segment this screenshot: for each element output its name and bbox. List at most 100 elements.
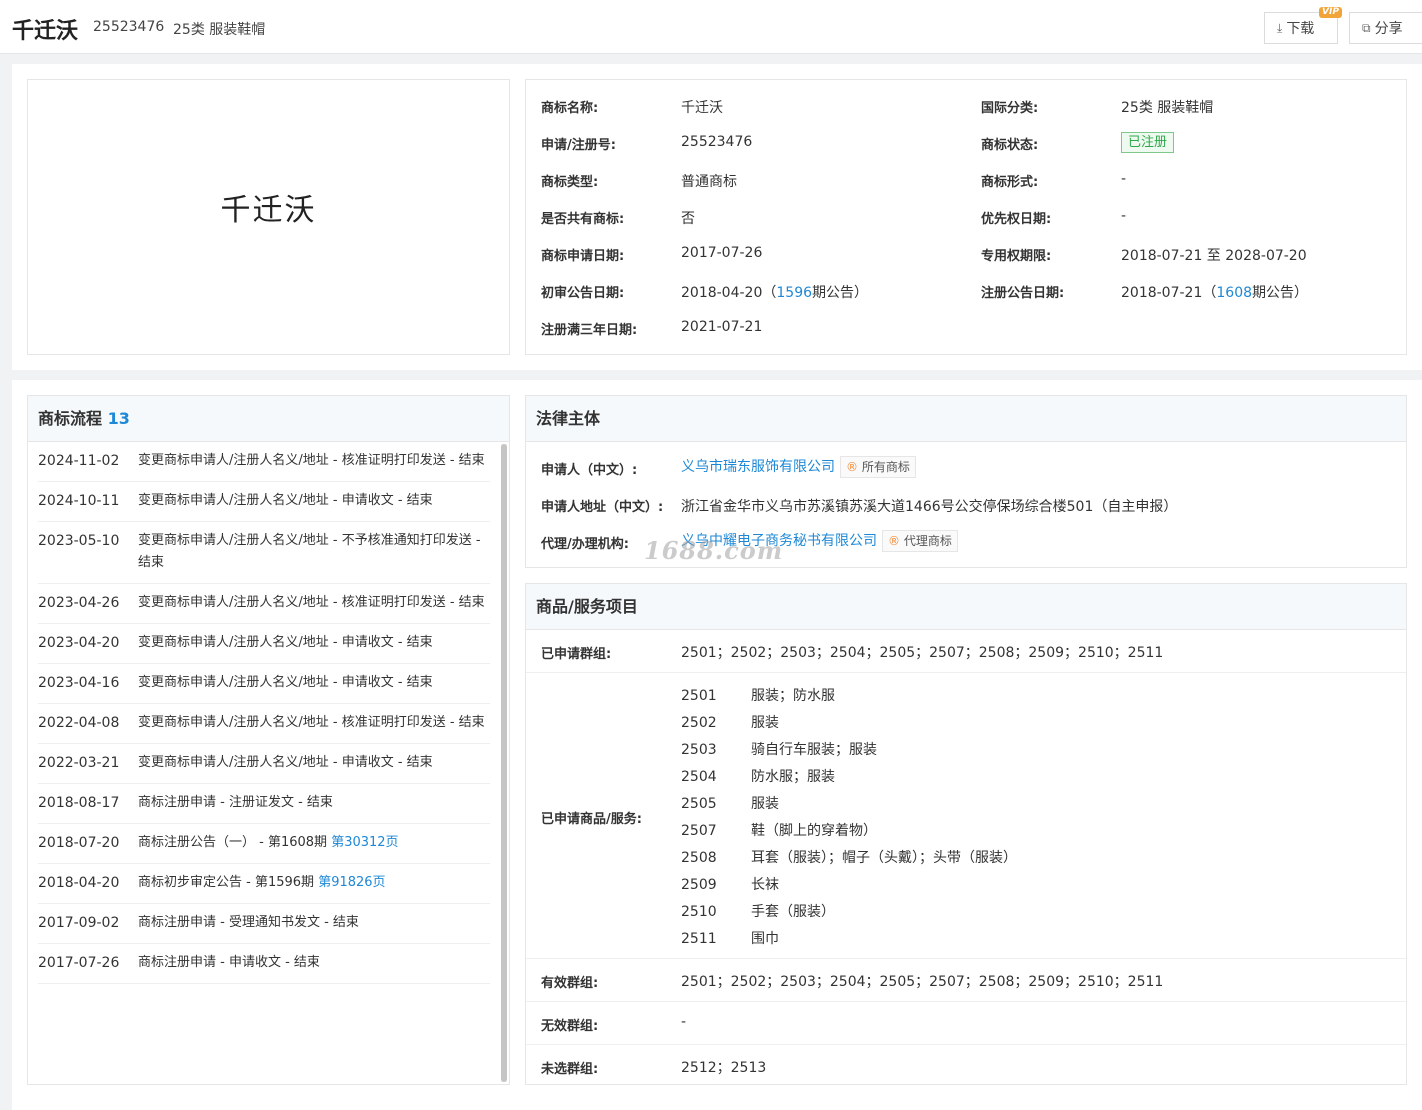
goods-code: 2501	[681, 688, 717, 704]
reg-no-label: 申请/注册号:	[541, 138, 616, 153]
vip-badge: VIP	[1319, 7, 1342, 18]
legal-header: 法律主体	[526, 396, 1406, 442]
address-label: 申请人地址（中文）:	[541, 500, 664, 515]
valid-groups-row: 有效群组: 2501；2502；2503；2504；2505；2507；2508…	[526, 959, 1406, 1002]
goods-item: 2505 服装	[681, 793, 779, 813]
flow-date: 2023-04-26	[38, 595, 120, 611]
flow-item: 2023-04-20 变更商标申请人/注册人名义/地址 - 申请收文 - 结束	[38, 624, 490, 664]
goods-item: 2502 服装	[681, 712, 779, 732]
flow-desc: 变更商标申请人/注册人名义/地址 - 不予核准通知打印发送 - 结束	[138, 530, 490, 574]
applicant-link[interactable]: 义乌市瑞东服饰有限公司	[681, 459, 835, 475]
flow-desc: 变更商标申请人/注册人名义/地址 - 核准证明打印发送 - 结束	[138, 712, 490, 734]
status-badge: 已注册	[1121, 132, 1175, 153]
top-bar: 千迁沃 25523476 25类 服装鞋帽 ⤓ 下载 VIP ⧉ 分享	[0, 0, 1422, 54]
flow-desc-text: 变更商标申请人/注册人名义/地址 - 申请收文 - 结束	[138, 635, 433, 650]
type-value: 普通商标	[681, 174, 737, 190]
agent-label: 代理/办理机构:	[541, 537, 629, 552]
applied-goods-label: 已申请商品/服务:	[541, 812, 642, 827]
header-reg-no: 25523476	[93, 19, 165, 35]
reg-pub-value: 2018-07-21（1608期公告）	[1121, 282, 1308, 302]
flow-desc-text: 变更商标申请人/注册人名义/地址 - 核准证明打印发送 - 结束	[138, 453, 485, 468]
goods-code: 2510	[681, 904, 717, 920]
flow-scrollbar[interactable]	[501, 444, 507, 1082]
exclusive-label: 专用权期限:	[981, 249, 1052, 264]
flow-item: 2024-10-11 变更商标申请人/注册人名义/地址 - 申请收文 - 结束	[38, 482, 490, 522]
status-label: 商标状态:	[981, 138, 1039, 153]
flow-item: 2024-11-02 变更商标申请人/注册人名义/地址 - 核准证明打印发送 - …	[38, 442, 490, 482]
prelim-suffix: 期公告）	[812, 285, 869, 301]
goods-code: 2511	[681, 931, 717, 947]
reg-pub-issue-link[interactable]: 1608	[1216, 285, 1252, 301]
flow-desc: 变更商标申请人/注册人名义/地址 - 申请收文 - 结束	[138, 490, 490, 512]
flow-date: 2017-09-02	[38, 915, 120, 931]
goods-item: 2511 围巾	[681, 928, 779, 948]
shared-label: 是否共有商标:	[541, 212, 625, 227]
flow-desc-text: 商标注册公告（一） - 第1608期	[138, 835, 332, 850]
goods-name: 鞋（脚上的穿着物）	[751, 823, 877, 839]
flow-item: 2018-07-20 商标注册公告（一） - 第1608期 第30312页	[38, 824, 490, 864]
unselected-groups-label: 未选群组:	[541, 1062, 599, 1077]
share-button[interactable]: ⧉ 分享	[1349, 12, 1422, 44]
applicant-row: 义乌市瑞东服饰有限公司 ® 所有商标	[681, 456, 916, 478]
flow-desc-text: 变更商标申请人/注册人名义/地址 - 核准证明打印发送 - 结束	[138, 715, 485, 730]
type-label: 商标类型:	[541, 175, 599, 190]
goods-name: 服装	[751, 715, 779, 731]
registered-icon: ®	[888, 534, 900, 548]
share-label: 分享	[1374, 21, 1403, 37]
flow-desc: 商标注册申请 - 注册证发文 - 结束	[138, 792, 490, 814]
goods-code: 2505	[681, 796, 717, 812]
prelim-value: 2018-04-20（1596期公告）	[681, 282, 868, 302]
flow-desc-text: 变更商标申请人/注册人名义/地址 - 申请收文 - 结束	[138, 755, 433, 770]
flow-title: 商标流程	[38, 409, 103, 428]
reg-pub-suffix: 期公告）	[1252, 285, 1309, 301]
flow-desc: 商标注册申请 - 受理通知书发文 - 结束	[138, 912, 490, 934]
flow-date: 2018-08-17	[38, 795, 120, 811]
share-icon: ⧉	[1362, 20, 1371, 35]
registered-icon: ®	[846, 460, 858, 474]
flow-count: 13	[107, 409, 130, 428]
applicant-label: 申请人（中文）:	[541, 463, 638, 478]
legal-panel: 法律主体 申请人（中文）: 义乌市瑞东服饰有限公司 ® 所有商标 申请人地址（中文…	[525, 395, 1407, 568]
agent-trademarks-tag[interactable]: ® 代理商标	[882, 530, 958, 552]
goods-code: 2503	[681, 742, 717, 758]
trademark-image: 千迁沃	[27, 79, 510, 355]
flow-scrollbar-thumb[interactable]	[501, 444, 507, 1082]
flow-desc: 变更商标申请人/注册人名义/地址 - 核准证明打印发送 - 结束	[138, 450, 490, 472]
goods-name: 围巾	[751, 931, 779, 947]
goods-name: 耳套（服装）；帽子（头戴）；头带（服装）	[751, 850, 1017, 866]
flow-date: 2024-11-02	[38, 453, 120, 469]
header-class: 25类 服装鞋帽	[173, 22, 266, 38]
flow-page-link[interactable]: 第30312页	[331, 835, 398, 850]
form-value: -	[1121, 171, 1127, 187]
goods-code: 2507	[681, 823, 717, 839]
flow-panel: 商标流程 13 2024-11-02 变更商标申请人/注册人名义/地址 - 核准证…	[27, 395, 510, 1085]
goods-code: 2508	[681, 850, 717, 866]
prelim-issue-link[interactable]: 1596	[776, 285, 812, 301]
intl-class-label: 国际分类:	[981, 101, 1039, 116]
goods-code: 2502	[681, 715, 717, 731]
goods-item: 2510 手套（服装）	[681, 901, 835, 921]
flow-date: 2018-07-20	[38, 835, 120, 851]
flow-desc: 变更商标申请人/注册人名义/地址 - 核准证明打印发送 - 结束	[138, 592, 490, 614]
goods-header: 商品/服务项目	[526, 584, 1406, 630]
download-icon: ⤓	[1277, 20, 1283, 35]
applied-groups-label: 已申请群组:	[541, 647, 612, 662]
detail-section: 商标流程 13 2024-11-02 变更商标申请人/注册人名义/地址 - 核准证…	[12, 380, 1422, 1110]
flow-item: 2022-03-21 变更商标申请人/注册人名义/地址 - 申请收文 - 结束	[38, 744, 490, 784]
flow-page-link[interactable]: 第91826页	[318, 875, 385, 890]
reg-pub-date: 2018-07-21（	[1121, 285, 1217, 301]
flow-desc-text: 变更商标申请人/注册人名义/地址 - 申请收文 - 结束	[138, 493, 433, 508]
flow-list: 2024-11-02 变更商标申请人/注册人名义/地址 - 核准证明打印发送 - …	[38, 442, 490, 984]
agent-trademarks-label: 代理商标	[903, 534, 952, 548]
invalid-groups-label: 无效群组:	[541, 1019, 599, 1034]
flow-desc-text: 商标注册申请 - 申请收文 - 结束	[138, 955, 320, 970]
goods-item: 2509 长袜	[681, 874, 779, 894]
flow-item: 2018-04-20 商标初步审定公告 - 第1596期 第91826页	[38, 864, 490, 904]
goods-code: 2504	[681, 769, 717, 785]
prelim-label: 初审公告日期:	[541, 286, 625, 301]
goods-item: 2504 防水服；服装	[681, 766, 835, 786]
info-panel: 商标名称: 千迁沃 国际分类: 25类 服装鞋帽 申请/注册号: 2552347…	[525, 79, 1407, 355]
apply-date-label: 商标申请日期:	[541, 249, 625, 264]
flow-desc: 商标注册公告（一） - 第1608期 第30312页	[138, 832, 490, 854]
all-trademarks-tag[interactable]: ® 所有商标	[840, 456, 916, 478]
